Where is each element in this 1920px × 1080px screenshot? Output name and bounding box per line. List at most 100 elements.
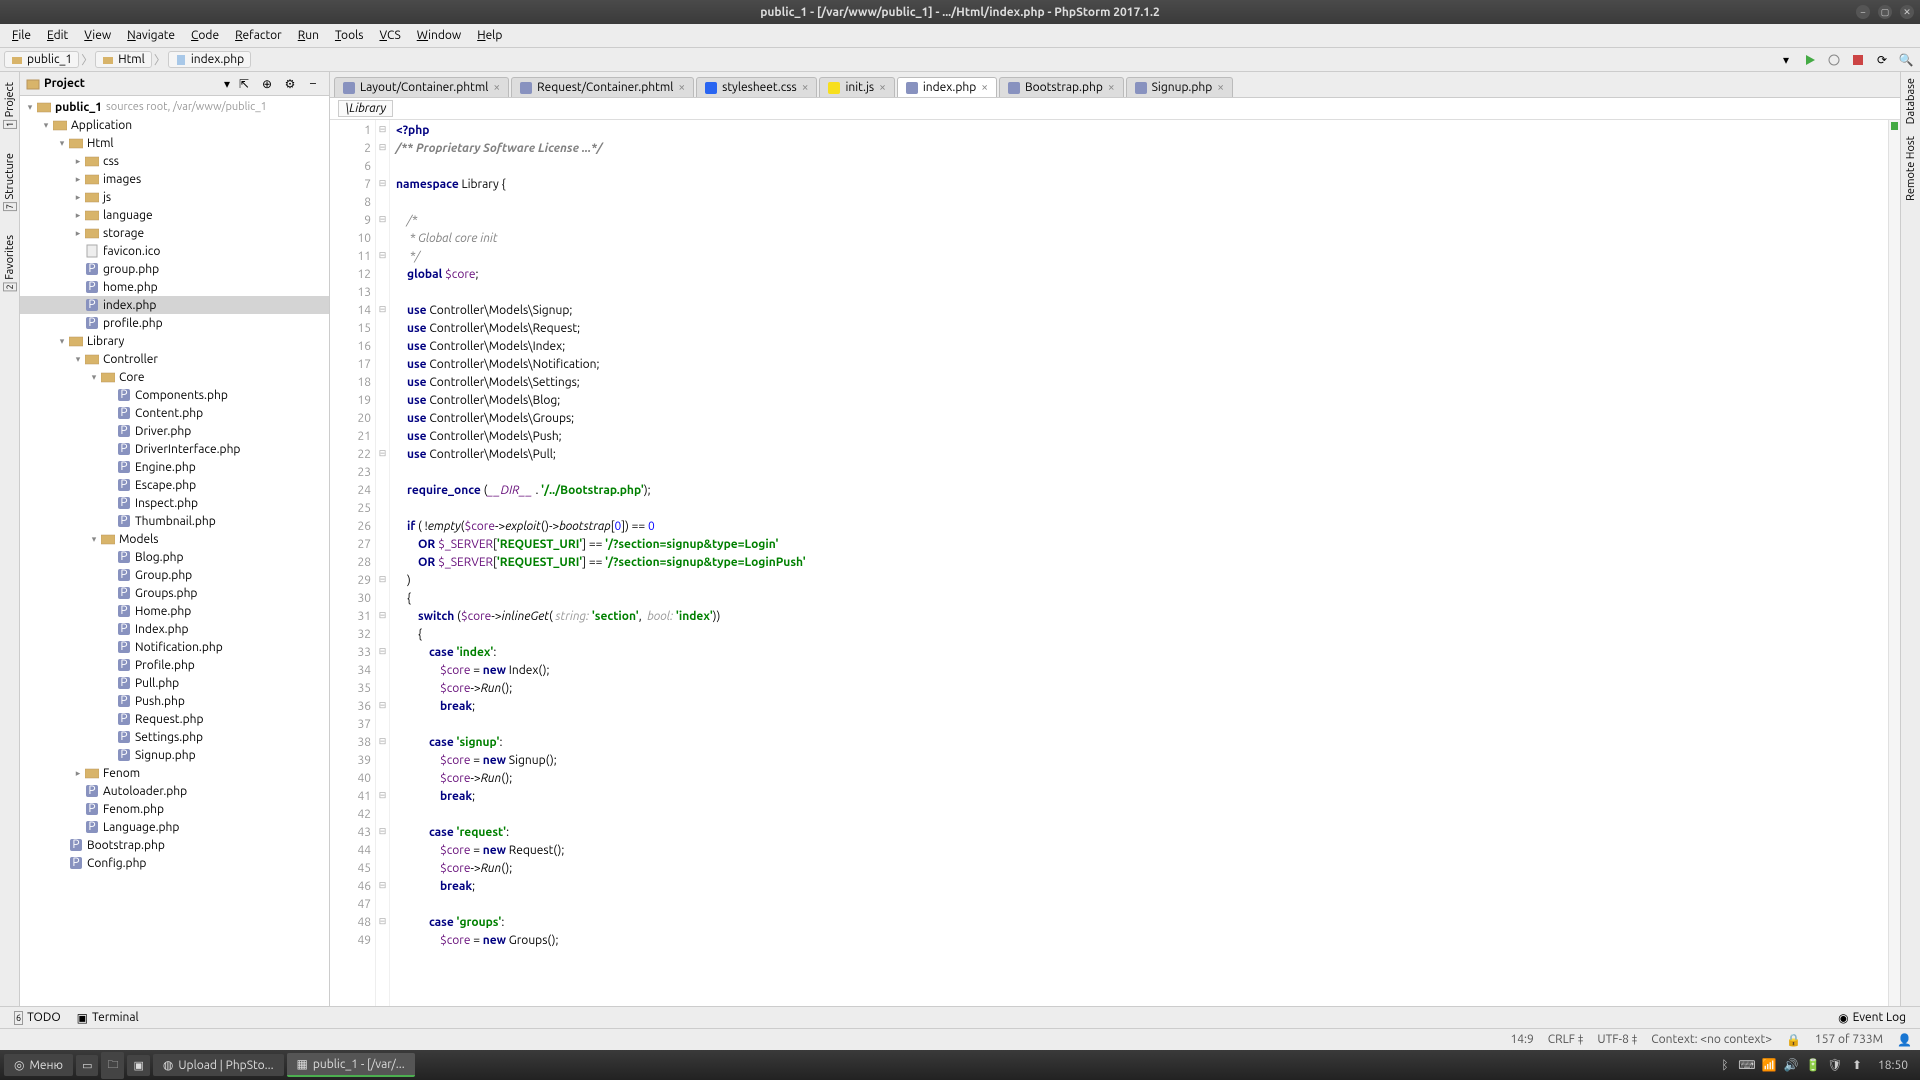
line-number-gutter[interactable]: 1267891011121314151617181920212223242526…	[330, 120, 376, 1006]
tree-item[interactable]: PDriverInterface.php	[20, 440, 329, 458]
files-icon[interactable]: 🗀	[101, 1052, 124, 1079]
tree-item[interactable]: ▾Models	[20, 530, 329, 548]
tray-volume-icon[interactable]: 🔊	[1782, 1056, 1800, 1074]
tree-item[interactable]: PFenom.php	[20, 800, 329, 818]
line-separator[interactable]: CRLF ‡	[1548, 1033, 1584, 1046]
tree-item[interactable]: PContent.php	[20, 404, 329, 422]
minimize-icon[interactable]: –	[1856, 5, 1870, 19]
tray-shield-icon[interactable]: 🛡	[1826, 1056, 1844, 1074]
editor-tab[interactable]: Request/Container.phtml×	[511, 77, 694, 97]
menu-navigate[interactable]: Navigate	[119, 26, 183, 45]
tree-item[interactable]: PInspect.php	[20, 494, 329, 512]
editor-tab[interactable]: Layout/Container.phtml×	[334, 77, 509, 97]
run-icon[interactable]	[1800, 50, 1820, 70]
close-tab-icon[interactable]: ×	[1217, 81, 1224, 94]
tree-item[interactable]: ▾Application	[20, 116, 329, 134]
tree-item[interactable]: ▸Fenom	[20, 764, 329, 782]
breadcrumb-item[interactable]: public_1	[4, 51, 79, 68]
task-phpstorm[interactable]: ▦public_1 - [/var/...	[287, 1053, 415, 1077]
tray-battery-icon[interactable]: 🔋	[1804, 1056, 1822, 1074]
code-content[interactable]: <?php/** Proprietary Software License ..…	[390, 120, 1888, 1006]
tree-item[interactable]: PGroup.php	[20, 566, 329, 584]
tool-favorites[interactable]: 2 Favorites	[2, 229, 18, 297]
namespace-breadcrumb[interactable]: \Library	[338, 100, 393, 117]
tree-item[interactable]: ▾Core	[20, 368, 329, 386]
menu-vcs[interactable]: VCS	[371, 26, 408, 45]
tree-item[interactable]: PSettings.php	[20, 728, 329, 746]
tree-item[interactable]: PSignup.php	[20, 746, 329, 764]
search-everywhere-icon[interactable]: 🔍	[1896, 50, 1916, 70]
tree-item[interactable]: PDriver.php	[20, 422, 329, 440]
breadcrumb-item[interactable]: index.php	[168, 51, 251, 68]
tree-item[interactable]: PPull.php	[20, 674, 329, 692]
close-tab-icon[interactable]: ×	[1108, 81, 1115, 94]
menu-help[interactable]: Help	[469, 26, 510, 45]
breadcrumb-item[interactable]: Html	[95, 51, 152, 68]
tree-item[interactable]: Pgroup.php	[20, 260, 329, 278]
run-dropdown-icon[interactable]: ▾	[1776, 50, 1796, 70]
task-chrome[interactable]: ◍Upload | PhpSto...	[153, 1054, 284, 1076]
hide-icon[interactable]: –	[303, 74, 323, 94]
menu-tools[interactable]: Tools	[327, 26, 372, 45]
terminal-launcher-icon[interactable]: ▣	[127, 1055, 149, 1076]
close-tab-icon[interactable]: ×	[678, 81, 685, 94]
stop-icon[interactable]	[1848, 50, 1868, 70]
menu-refactor[interactable]: Refactor	[227, 26, 290, 45]
debug-icon[interactable]	[1824, 50, 1844, 70]
tool-database[interactable]: Database	[1903, 72, 1919, 130]
tray-keyboard-icon[interactable]: ⌨	[1738, 1056, 1756, 1074]
terminal-tab[interactable]: ▣Terminal	[69, 1009, 147, 1027]
menu-edit[interactable]: Edit	[39, 26, 76, 45]
tree-item[interactable]: PLanguage.php	[20, 818, 329, 836]
tree-item[interactable]: PPush.php	[20, 692, 329, 710]
event-log-tab[interactable]: ◉Event Log	[1830, 1009, 1914, 1027]
tree-item[interactable]: PConfig.php	[20, 854, 329, 872]
collapse-icon[interactable]: ⇱	[234, 74, 254, 94]
tree-item[interactable]: ▾Controller	[20, 350, 329, 368]
tool-structure[interactable]: 7 Structure	[2, 147, 18, 217]
error-stripe[interactable]	[1888, 120, 1900, 1006]
tree-item[interactable]: PBootstrap.php	[20, 836, 329, 854]
close-tab-icon[interactable]: ×	[493, 81, 500, 94]
close-icon[interactable]: ✕	[1900, 5, 1914, 19]
tree-item[interactable]: ▸js	[20, 188, 329, 206]
code-editor[interactable]: 1267891011121314151617181920212223242526…	[330, 120, 1900, 1006]
tree-item[interactable]: PEngine.php	[20, 458, 329, 476]
tree-item[interactable]: ▸language	[20, 206, 329, 224]
lock-icon[interactable]: 🔒	[1786, 1033, 1801, 1047]
file-encoding[interactable]: UTF-8 ‡	[1597, 1033, 1637, 1046]
tree-root[interactable]: ▾public_1sources root, /var/www/public_1	[20, 98, 329, 116]
start-menu-button[interactable]: ◎Меню	[4, 1054, 73, 1076]
close-tab-icon[interactable]: ×	[981, 81, 988, 94]
tree-item[interactable]: ▸css	[20, 152, 329, 170]
tree-item[interactable]: Pprofile.php	[20, 314, 329, 332]
editor-tab[interactable]: Bootstrap.php×	[999, 77, 1124, 97]
tree-item[interactable]: ▸storage	[20, 224, 329, 242]
show-desktop-icon[interactable]: ▭	[76, 1055, 98, 1076]
project-tree[interactable]: ▾public_1sources root, /var/www/public_1…	[20, 96, 329, 1006]
tool-remote-host[interactable]: Remote Host	[1903, 130, 1919, 207]
tree-item[interactable]: ▾Library	[20, 332, 329, 350]
cursor-position[interactable]: 14:9	[1510, 1033, 1533, 1046]
menu-file[interactable]: File	[4, 26, 39, 45]
gear-icon[interactable]: ⚙	[280, 74, 300, 94]
tree-item[interactable]: ▸images	[20, 170, 329, 188]
tree-item[interactable]: PNotification.php	[20, 638, 329, 656]
maximize-icon[interactable]: ▢	[1878, 5, 1892, 19]
tree-item[interactable]: favicon.ico	[20, 242, 329, 260]
dropdown-icon[interactable]: ▾	[220, 77, 234, 91]
tray-bluetooth-icon[interactable]: ᛒ	[1716, 1056, 1734, 1074]
context-indicator[interactable]: Context: <no context>	[1651, 1033, 1772, 1046]
menu-window[interactable]: Window	[409, 26, 469, 45]
tray-network-icon[interactable]: 📶	[1760, 1056, 1778, 1074]
tool-project[interactable]: 1 Project	[2, 76, 18, 135]
editor-tab[interactable]: init.js×	[819, 77, 894, 97]
target-icon[interactable]: ⊕	[257, 74, 277, 94]
tree-item[interactable]: PAutoloader.php	[20, 782, 329, 800]
todo-tab[interactable]: 6TODO	[6, 1009, 69, 1027]
tray-clock[interactable]: 18:50	[1878, 1059, 1908, 1072]
tree-item[interactable]: PProfile.php	[20, 656, 329, 674]
editor-tab[interactable]: Signup.php×	[1126, 77, 1233, 97]
tree-item[interactable]: PBlog.php	[20, 548, 329, 566]
tray-updates-icon[interactable]: ⬆	[1848, 1056, 1866, 1074]
